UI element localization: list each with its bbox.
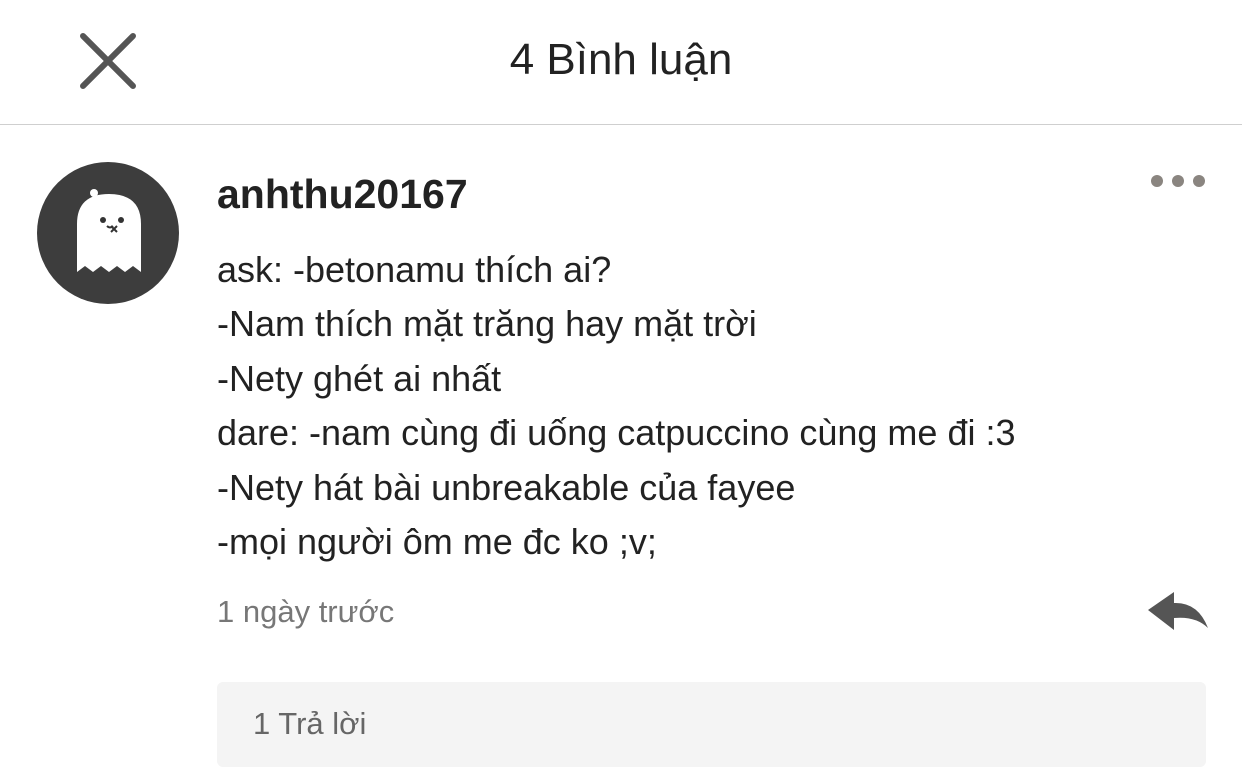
header-bar: 4 Bình luận: [0, 0, 1242, 125]
replies-count-label: 1 Trả lời: [253, 706, 367, 741]
more-dot-icon: [1193, 175, 1205, 187]
page-title: 4 Bình luận: [509, 35, 733, 84]
comment-line: -Nety hát bài unbreakable của fayee: [217, 466, 796, 508]
comment-item: anhthu20167 ask: -betonamu thích ai? -Na…: [0, 126, 1242, 783]
reply-arrow-icon: [1148, 592, 1208, 630]
comment-timestamp: 1 ngày trước: [217, 594, 395, 629]
comment-line: -Nety ghét ai nhất: [217, 357, 502, 399]
comment-line: -mọi người ôm me đc ko ;v;: [217, 521, 657, 563]
more-dot-icon: [1172, 175, 1184, 187]
comment-body: ask: -betonamu thích ai? -Nam thích mặt …: [217, 243, 1207, 569]
more-dot-icon: [1151, 175, 1163, 187]
comment-line: -Nam thích mặt trăng hay mặt trời: [217, 303, 757, 345]
more-options-button[interactable]: [1142, 164, 1214, 198]
comment-line: ask: -betonamu thích ai?: [217, 249, 612, 290]
comment-line: dare: -nam cùng đi uống catpuccino cùng …: [217, 412, 1016, 454]
ghost-avatar-icon: [77, 189, 141, 272]
reply-button[interactable]: [1142, 584, 1214, 640]
avatar[interactable]: [37, 162, 179, 304]
view-replies-button[interactable]: 1 Trả lời: [217, 682, 1206, 767]
comment-username[interactable]: anhthu20167: [217, 166, 468, 222]
